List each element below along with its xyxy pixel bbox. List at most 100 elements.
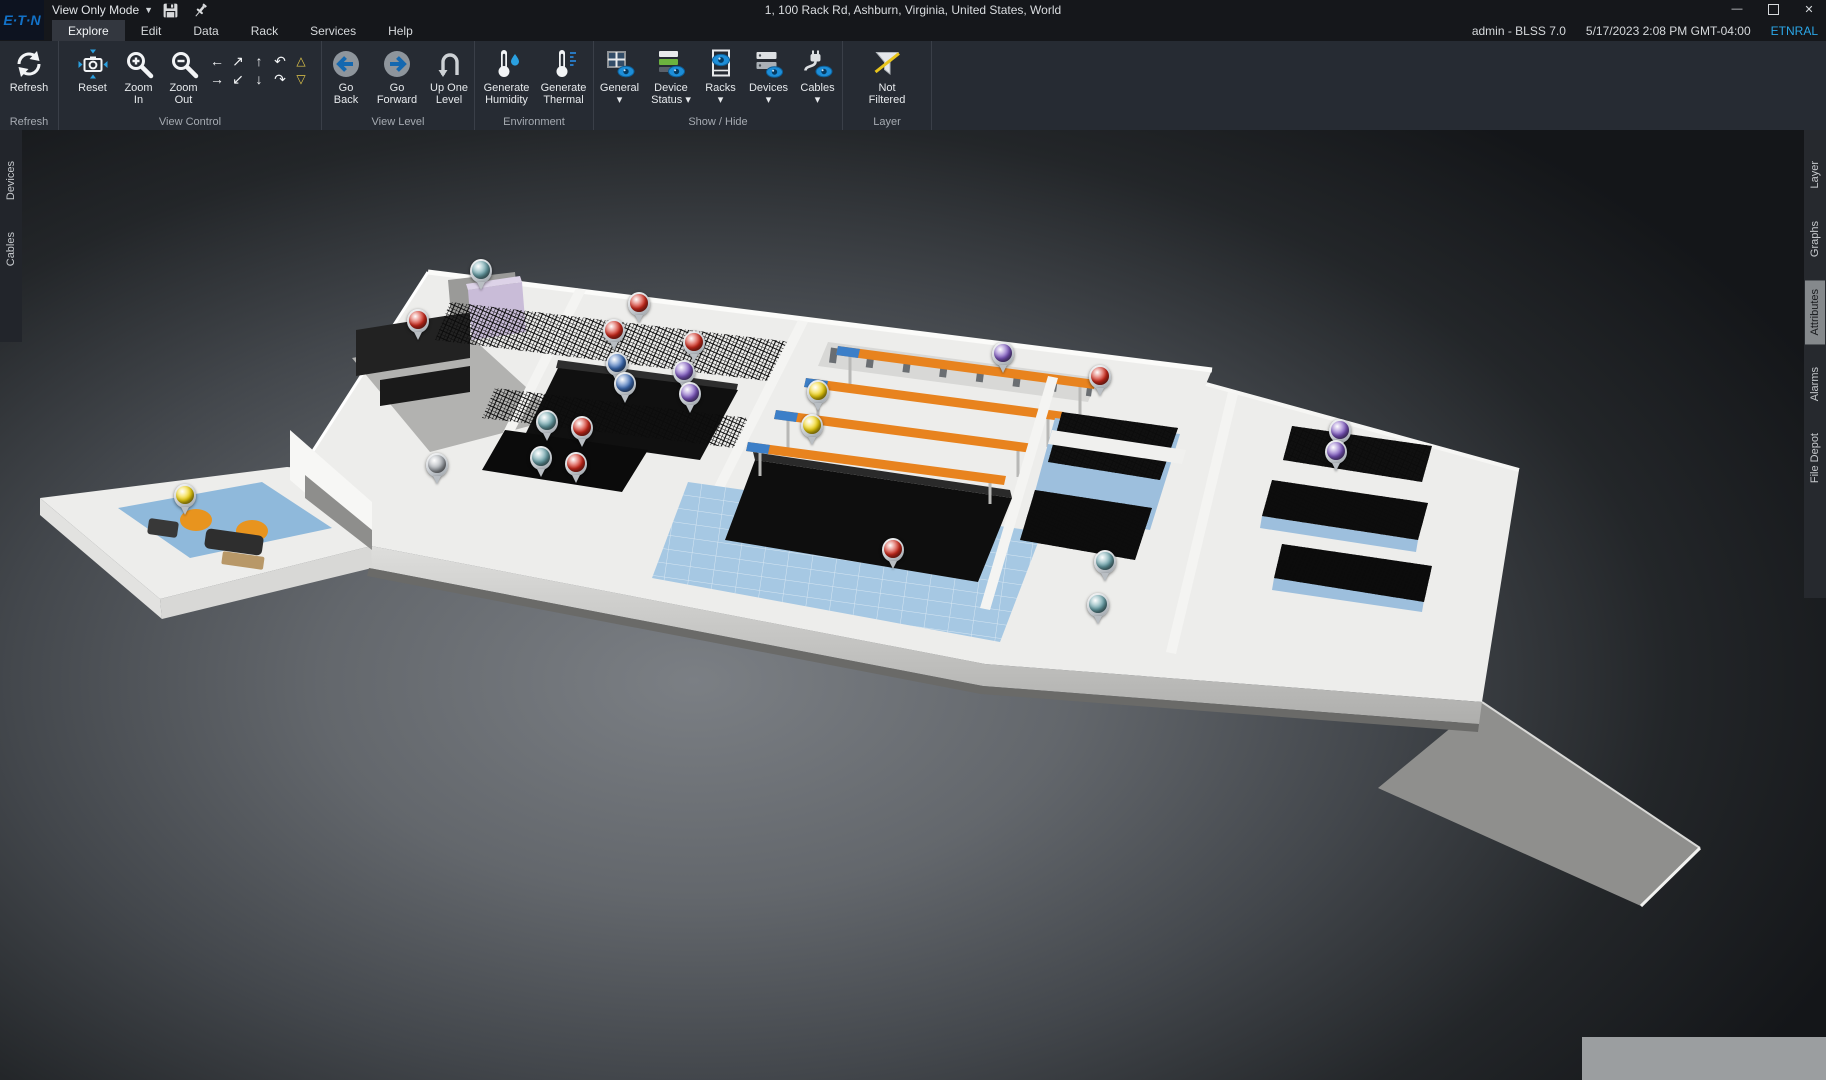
button-label: Devices bbox=[749, 82, 788, 94]
orbit-left-icon[interactable]: ↶ bbox=[270, 52, 291, 70]
status-pin-teal[interactable] bbox=[470, 259, 492, 291]
pan-up-icon[interactable]: ↑ bbox=[249, 52, 270, 70]
status-pin-gray[interactable] bbox=[426, 453, 448, 485]
close-button[interactable]: ✕ bbox=[1798, 1, 1820, 17]
ribbon-group-refresh: Refresh Refresh bbox=[0, 41, 59, 130]
pin-sphere bbox=[1327, 442, 1345, 460]
status-pin-blue[interactable] bbox=[614, 372, 636, 404]
status-pin-red[interactable] bbox=[628, 292, 650, 324]
pin-sphere bbox=[1091, 367, 1109, 385]
status-pin-teal[interactable] bbox=[530, 446, 552, 478]
tilt-down-icon[interactable]: ▽ bbox=[291, 70, 312, 88]
menu-tab-edit[interactable]: Edit bbox=[125, 20, 178, 41]
status-pin-teal[interactable] bbox=[1087, 593, 1109, 625]
menu-tab-help[interactable]: Help bbox=[372, 20, 429, 41]
pin-tail bbox=[477, 282, 485, 290]
pin-tail bbox=[610, 342, 618, 350]
status-pin-purple[interactable] bbox=[1325, 440, 1347, 472]
ribbon-group-view-control: Reset ZoomIn ZoomOut bbox=[59, 41, 322, 130]
button-label: Go bbox=[377, 82, 417, 94]
up-one-level-button[interactable]: Up OneLevel bbox=[424, 44, 474, 106]
status-pin-red[interactable] bbox=[882, 538, 904, 570]
show-general-button[interactable]: General▾ bbox=[595, 44, 644, 106]
rotate-down-left-icon[interactable]: ↙ bbox=[228, 70, 249, 88]
go-back-icon bbox=[330, 48, 362, 80]
pan-right-icon[interactable]: → bbox=[207, 70, 228, 88]
pin-sphere bbox=[884, 540, 902, 558]
minimize-button[interactable]: — bbox=[1726, 1, 1748, 17]
pin-sphere bbox=[685, 333, 703, 351]
status-pin-purple[interactable] bbox=[679, 382, 701, 414]
sidebar-tab-devices[interactable]: Devices bbox=[1, 152, 21, 209]
ribbon-group-caption: Layer bbox=[843, 116, 931, 128]
sidebar-tab-attributes[interactable]: Attributes bbox=[1805, 280, 1825, 344]
status-pin-purple[interactable] bbox=[992, 342, 1014, 374]
pin-tail bbox=[814, 403, 822, 411]
rotate-up-right-icon[interactable]: ↗ bbox=[228, 52, 249, 70]
sidebar-tab-graphs[interactable]: Graphs bbox=[1805, 212, 1825, 266]
status-pin-yellow[interactable] bbox=[801, 414, 823, 446]
datacenter-3d-scene[interactable] bbox=[0, 130, 1826, 1080]
maximize-button[interactable] bbox=[1762, 1, 1784, 17]
sidebar-tab-cables[interactable]: Cables bbox=[1, 223, 21, 275]
pin-tail bbox=[635, 315, 643, 323]
generate-humidity-button[interactable]: GenerateHumidity bbox=[477, 44, 536, 106]
status-pin-red[interactable] bbox=[571, 416, 593, 448]
pin-tail bbox=[572, 475, 580, 483]
status-pin-red[interactable] bbox=[683, 331, 705, 363]
button-label: Humidity bbox=[484, 94, 530, 106]
pin-sphere bbox=[630, 294, 648, 312]
tilt-up-icon[interactable]: △ bbox=[291, 52, 312, 70]
not-filtered-button[interactable]: NotFiltered bbox=[855, 44, 919, 106]
menu-bar: Explore Edit Data Rack Services Help adm… bbox=[0, 20, 1826, 41]
pan-rotate-arrow-pad[interactable]: ← ↗ ↑ ↶ △ → ↙ ↓ ↷ ▽ bbox=[207, 52, 312, 88]
generate-thermal-button[interactable]: GenerateThermal bbox=[536, 44, 591, 106]
show-device-status-button[interactable]: DeviceStatus ▾ bbox=[644, 44, 698, 106]
go-forward-button[interactable]: GoForward bbox=[370, 44, 424, 106]
menu-tab-rack[interactable]: Rack bbox=[235, 20, 294, 41]
button-label: General bbox=[600, 82, 639, 94]
zoom-in-button[interactable]: ZoomIn bbox=[117, 44, 161, 106]
menu-tab-explore[interactable]: Explore bbox=[52, 20, 125, 41]
button-label: Filtered bbox=[869, 94, 906, 106]
menu-tabs: Explore Edit Data Rack Services Help bbox=[52, 20, 429, 41]
maximize-icon bbox=[1768, 4, 1779, 15]
ribbon-group-environment: GenerateHumidity GenerateThermal Environ… bbox=[475, 41, 594, 130]
up-one-level-icon bbox=[433, 48, 465, 80]
ribbon-group-caption: View Level bbox=[322, 116, 474, 128]
refresh-icon bbox=[13, 48, 45, 80]
pan-left-icon[interactable]: ← bbox=[207, 52, 228, 70]
status-pin-red[interactable] bbox=[565, 452, 587, 484]
status-pin-red[interactable] bbox=[1089, 365, 1111, 397]
menu-tab-data[interactable]: Data bbox=[177, 20, 234, 41]
right-tab-strip: Layer Graphs Attributes Alarms File Depo… bbox=[1804, 130, 1826, 598]
status-pin-yellow[interactable] bbox=[174, 484, 196, 516]
status-pin-red[interactable] bbox=[603, 319, 625, 351]
sidebar-tab-layer[interactable]: Layer bbox=[1805, 152, 1825, 198]
pin-tail bbox=[1096, 388, 1104, 396]
refresh-button[interactable]: Refresh bbox=[0, 44, 58, 94]
pin-tail bbox=[537, 469, 545, 477]
show-cables-button[interactable]: Cables▾ bbox=[794, 44, 841, 106]
go-back-button[interactable]: GoBack bbox=[322, 44, 370, 106]
reset-button[interactable]: Reset bbox=[69, 44, 117, 94]
dropdown-caret: ▾ bbox=[749, 94, 788, 106]
show-racks-button[interactable]: Racks▾ bbox=[698, 44, 743, 106]
filter-off-icon bbox=[871, 48, 903, 80]
sidebar-tab-alarms[interactable]: Alarms bbox=[1805, 358, 1825, 410]
sidebar-tab-file-depot[interactable]: File Depot bbox=[1805, 424, 1825, 492]
ribbon-group-caption: Environment bbox=[475, 116, 593, 128]
zoom-out-button[interactable]: ZoomOut bbox=[161, 44, 207, 106]
pan-down-icon[interactable]: ↓ bbox=[249, 70, 270, 88]
ribbon-toolbar: Refresh Refresh Reset bbox=[0, 41, 1826, 130]
status-pin-red[interactable] bbox=[407, 309, 429, 341]
menu-tab-services[interactable]: Services bbox=[294, 20, 372, 41]
orbit-right-icon[interactable]: ↷ bbox=[270, 70, 291, 88]
ribbon-group-show-hide: General▾ DeviceStatus ▾ bbox=[594, 41, 843, 130]
3d-floorplan-viewport[interactable]: Devices Cables Layer Graphs Attributes A… bbox=[0, 130, 1826, 1080]
status-pin-teal[interactable] bbox=[1094, 550, 1116, 582]
show-devices-button[interactable]: Devices▾ bbox=[743, 44, 794, 106]
status-pin-teal[interactable] bbox=[536, 410, 558, 442]
status-pin-yellow[interactable] bbox=[807, 380, 829, 412]
collapsed-corner-panel[interactable] bbox=[1582, 1037, 1826, 1080]
